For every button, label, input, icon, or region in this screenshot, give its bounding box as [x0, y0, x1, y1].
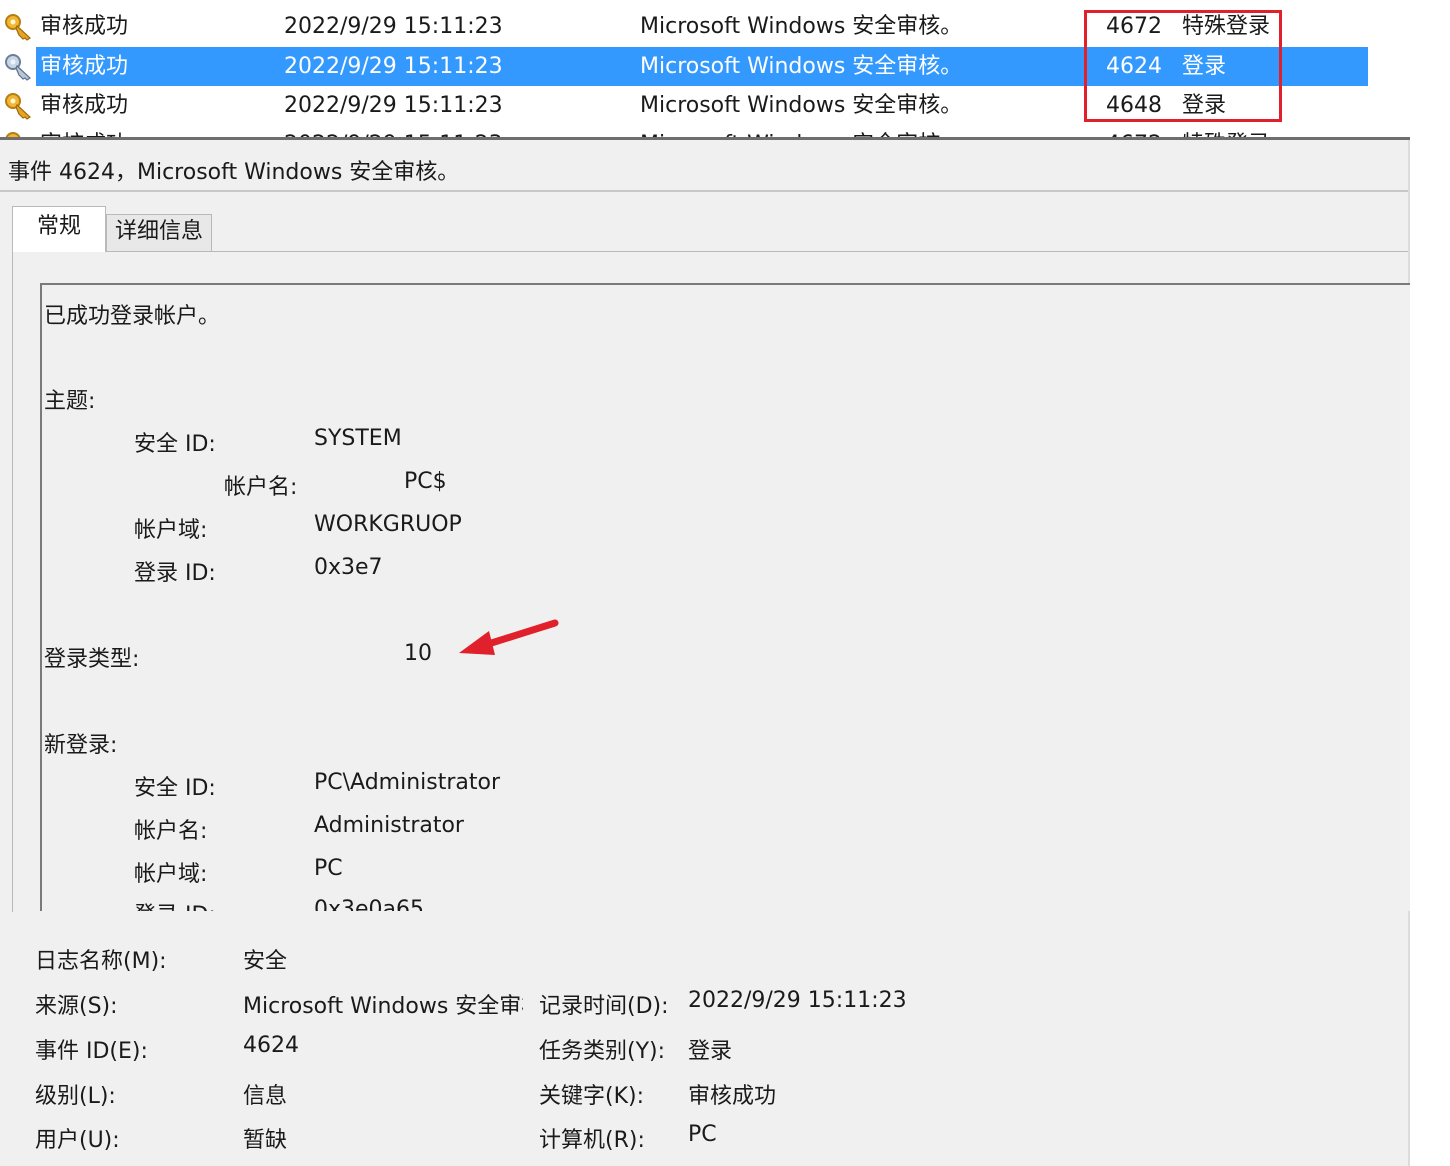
field-value: SYSTEM [314, 426, 402, 451]
event-list[interactable]: 审核成功 2022/9/29 15:11:23 Microsoft Window… [0, 0, 1410, 140]
prop-label: 事件 ID(E): [35, 1039, 148, 1064]
field-label: 帐户域: [134, 518, 208, 543]
prop-value: 暂缺 [243, 1128, 288, 1153]
subject-heading: 主题: [44, 389, 96, 414]
highlight-box [1084, 10, 1282, 122]
prop-value: 2022/9/29 15:11:23 [688, 988, 907, 1013]
new-logon-heading: 新登录: [44, 733, 118, 758]
field-value: Administrator [314, 813, 464, 838]
divider [0, 190, 1408, 192]
field-label: 帐户域: [134, 862, 208, 887]
event-source: Microsoft Windows 安全审核。 [640, 93, 963, 118]
event-date: 2022/9/29 15:11:23 [284, 93, 503, 118]
logon-type-value: 10 [404, 641, 432, 666]
prop-value: PC [688, 1122, 717, 1147]
field-label: 登录 ID: [134, 561, 216, 586]
prop-value: 信息 [243, 1084, 288, 1109]
divider [212, 251, 1408, 252]
event-level: 审核成功 [40, 93, 129, 118]
field-value: PC\Administrator [314, 770, 501, 795]
description-intro: 已成功登录帐户。 [44, 304, 221, 329]
key-icon [5, 54, 31, 81]
field-value: 0x3e0a65 [314, 897, 425, 911]
key-icon [5, 14, 31, 41]
prop-label: 计算机(R): [539, 1128, 645, 1153]
field-label: 安全 ID: [134, 776, 216, 801]
prop-value: Microsoft Windows 安全审核。 [243, 994, 523, 1019]
field-label: 登录 ID: [134, 897, 216, 911]
field-label: 帐户名: [224, 475, 298, 500]
key-icon [5, 93, 31, 120]
event-date: 2022/9/29 15:11:23 [284, 14, 503, 39]
prop-value: 4624 [243, 1033, 299, 1058]
prop-label: 任务类别(Y): [539, 1039, 666, 1064]
prop-label: 关键字(K): [539, 1084, 645, 1109]
field-label: 安全 ID: [134, 432, 216, 457]
prop-label: 来源(S): [35, 994, 118, 1019]
logon-type-label: 登录类型: [44, 647, 140, 672]
prop-value: 审核成功 [688, 1084, 777, 1109]
event-level: 审核成功 [40, 14, 129, 39]
prop-label: 记录时间(D): [539, 994, 669, 1019]
prop-label: 日志名称(M): [35, 949, 167, 974]
event-source: Microsoft Windows 安全审核。 [640, 14, 963, 39]
field-value: 0x3e7 [314, 555, 383, 580]
event-date: 2022/9/29 15:11:23 [284, 54, 503, 79]
field-value: PC [314, 856, 343, 881]
event-description-box[interactable]: 已成功登录帐户。 主题: 安全 ID: SYSTEM 帐户名: PC$ 帐户域:… [40, 283, 1410, 911]
prop-value: 登录 [688, 1039, 733, 1064]
event-level: 审核成功 [40, 54, 129, 79]
red-arrow-icon [459, 619, 559, 655]
details-header: 事件 4624，Microsoft Windows 安全审核。 [8, 160, 460, 185]
tab-general[interactable]: 常规 [12, 206, 106, 252]
field-value: PC$ [404, 469, 447, 494]
prop-value: 安全 [243, 949, 288, 974]
field-value: WORKGRUOP [314, 512, 462, 537]
prop-label: 级别(L): [35, 1084, 116, 1109]
field-label: 帐户名: [134, 819, 208, 844]
event-source: Microsoft Windows 安全审核。 [640, 54, 963, 79]
prop-label: 用户(U): [35, 1128, 120, 1153]
tab-details[interactable]: 详细信息 [106, 214, 212, 252]
